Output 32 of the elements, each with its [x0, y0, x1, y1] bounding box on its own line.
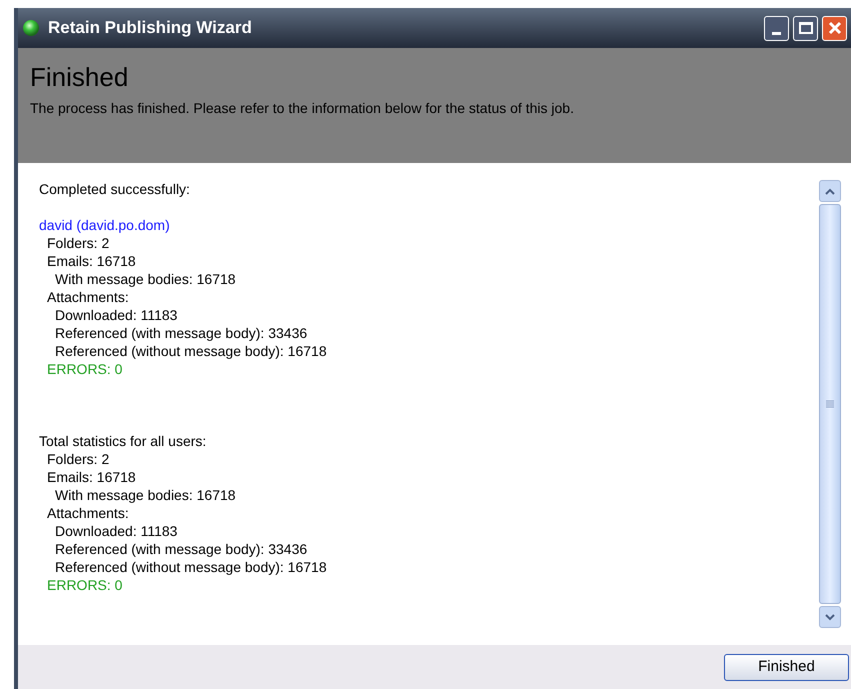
- errors-count: ERRORS: 0: [47, 360, 122, 378]
- report-line: Referenced (with message body): 33436: [55, 324, 308, 342]
- report-line: Referenced (without message body): 16718: [55, 558, 327, 576]
- report-line: Emails: 16718: [47, 252, 136, 270]
- report-line: Referenced (without message body): 16718: [55, 342, 327, 360]
- report-line: Downloaded: 11183: [55, 522, 178, 540]
- maximize-button[interactable]: [793, 16, 818, 40]
- report-line: Completed successfully:: [39, 180, 190, 198]
- report-line: With message bodies: 16718: [55, 486, 236, 504]
- page-title: Finished: [30, 62, 128, 92]
- scroll-up-button[interactable]: [819, 180, 841, 202]
- report-line: With message bodies: 16718: [55, 270, 236, 288]
- finished-button[interactable]: Finished: [724, 654, 849, 680]
- report-line: Referenced (with message body): 33436: [55, 540, 308, 558]
- close-button[interactable]: [822, 16, 847, 40]
- report-line: Folders: 2: [47, 450, 110, 468]
- report-line: Downloaded: 11183: [55, 306, 178, 324]
- minimize-button[interactable]: [764, 16, 789, 40]
- report-line: Total statistics for all users:: [39, 432, 206, 450]
- report-line: Emails: 16718: [47, 468, 136, 486]
- scroll-down-button[interactable]: [819, 606, 841, 628]
- caret-up-icon: [825, 188, 835, 194]
- orb-icon: [22, 19, 40, 37]
- report-line: Folders: 2: [47, 234, 110, 252]
- grip-icon: [826, 400, 834, 408]
- report-line: Attachments:: [47, 288, 129, 306]
- window-title: Retain Publishing Wizard: [48, 17, 252, 40]
- close-icon: [828, 21, 842, 35]
- caret-down-icon: [825, 614, 835, 620]
- errors-count: ERRORS: 0: [47, 576, 122, 594]
- page-description: The process has finished. Please refer to the information below for the status of this job.: [30, 99, 574, 118]
- report-line: Attachments:: [47, 504, 129, 522]
